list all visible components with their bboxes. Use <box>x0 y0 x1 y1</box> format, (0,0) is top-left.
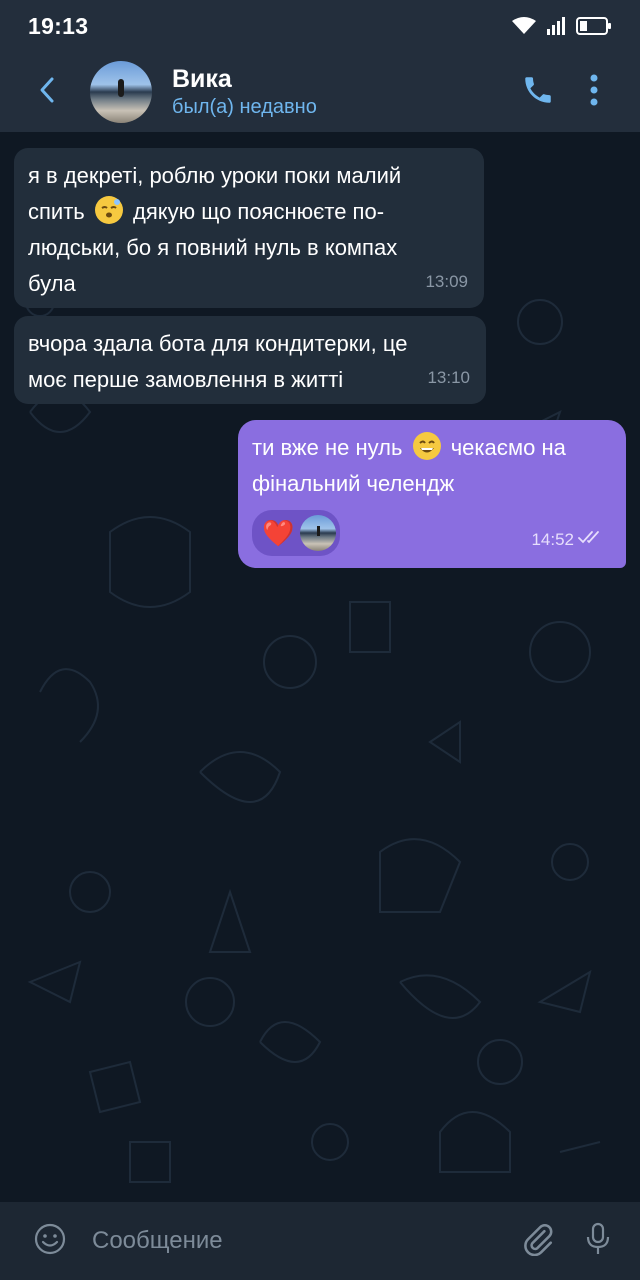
message-incoming[interactable]: вчора здала бота для кондитерки, це моє … <box>14 316 486 404</box>
wifi-icon <box>512 17 536 35</box>
battery-icon <box>576 16 612 36</box>
message-line: чекаємо на <box>450 435 566 460</box>
message-line: дякую що пояснюєте по- <box>133 199 385 224</box>
heart-reaction: ❤️ <box>262 518 295 548</box>
back-button[interactable] <box>20 62 74 122</box>
back-arrow-icon <box>37 76 57 109</box>
more-vertical-icon <box>589 73 599 112</box>
more-button[interactable] <box>566 62 622 122</box>
attach-button[interactable] <box>508 1211 568 1271</box>
reaction-avatar <box>300 515 337 551</box>
message-line: фінальний челендж <box>252 471 455 496</box>
chat-area[interactable]: я в декреті, роблю уроки поки малий спит… <box>0 132 640 1202</box>
avatar[interactable] <box>90 61 152 123</box>
contact-name: Вика <box>172 65 232 93</box>
message-line: людськи, бо я повний нуль в компах <box>28 235 398 260</box>
emoji-button[interactable] <box>20 1211 80 1271</box>
signal-icon <box>546 17 566 35</box>
message-input-bar <box>0 1202 640 1280</box>
message-text: я в декреті, роблю уроки поки малий спит… <box>28 158 470 302</box>
double-check-icon <box>578 519 604 555</box>
phone-icon <box>521 73 555 112</box>
message-time: 14:52 <box>531 530 574 549</box>
message-line: ти вже не нуль <box>252 435 403 460</box>
message-line: моє перше замовлення в житті <box>28 367 344 392</box>
status-bar: 19:13 <box>0 0 640 52</box>
message-line: була <box>28 271 76 296</box>
paperclip-icon <box>521 1222 555 1261</box>
microphone-icon <box>583 1222 613 1261</box>
contact-status: был(а) недавно <box>172 96 317 118</box>
status-time: 19:13 <box>28 12 89 39</box>
message-line: спить <box>28 199 85 224</box>
voice-record-button[interactable] <box>568 1211 628 1271</box>
sleepy-face-emoji <box>94 196 123 224</box>
message-line: вчора здала бота для кондитерки, це <box>28 331 408 356</box>
chat-header: Вика был(а) недавно <box>0 52 640 132</box>
message-line: я в декреті, роблю уроки поки малий <box>28 163 402 188</box>
status-icons <box>512 16 612 36</box>
message-input[interactable] <box>80 1211 508 1271</box>
contact-info[interactable]: Вика был(а) недавно <box>172 64 510 120</box>
message-time: 13:09 <box>425 272 468 291</box>
message-outgoing[interactable]: ти вже не нуль чекаємо на фінальний челе… <box>238 420 626 568</box>
emoji-smile-icon <box>33 1222 67 1261</box>
grinning-face-emoji <box>412 432 441 460</box>
message-incoming[interactable]: я в декреті, роблю уроки поки малий спит… <box>14 148 484 308</box>
message-text: вчора здала бота для кондитерки, це моє … <box>28 326 472 398</box>
call-button[interactable] <box>510 62 566 122</box>
reaction-chip[interactable]: ❤️ <box>252 510 341 556</box>
message-text: ти вже не нуль чекаємо на фінальний челе… <box>252 430 612 502</box>
message-time: 13:10 <box>427 368 470 387</box>
